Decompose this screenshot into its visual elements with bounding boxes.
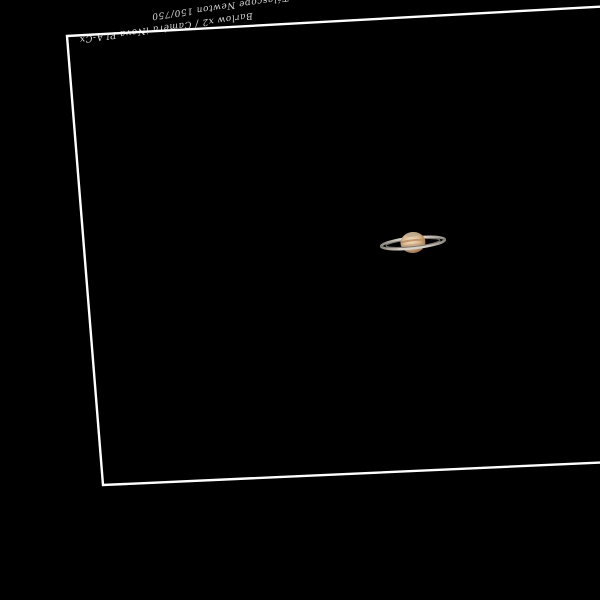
photo-frame	[65, 5, 600, 487]
frame-border	[65, 5, 600, 487]
planet-globe	[400, 231, 426, 254]
saturn-icon	[379, 231, 447, 254]
astrophoto-scene: Barlow x2 / Caméra iNova PLA-Cx Télescop…	[0, 0, 600, 600]
